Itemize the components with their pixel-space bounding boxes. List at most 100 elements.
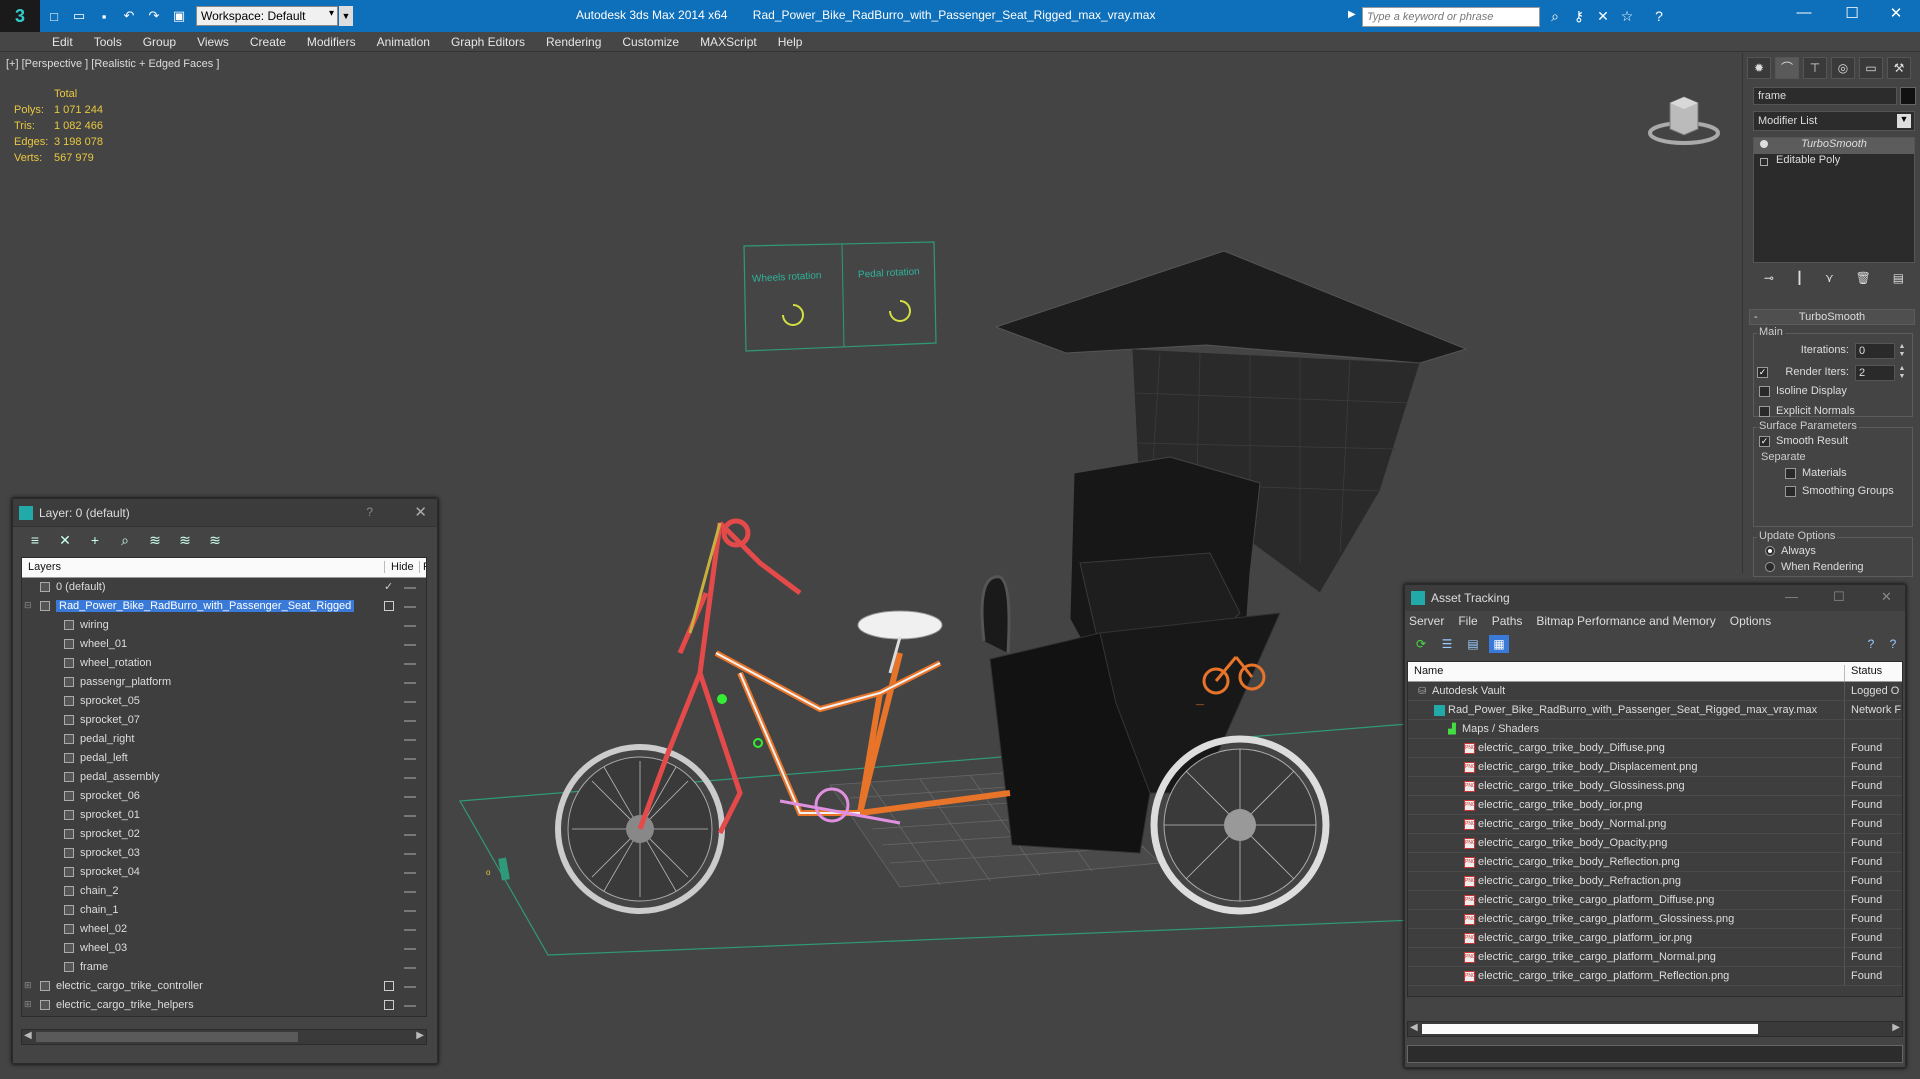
menu-views[interactable]: Views bbox=[197, 35, 229, 49]
search-input[interactable]: Type a keyword or phrase bbox=[1362, 7, 1540, 27]
undo-icon[interactable]: ↶ bbox=[118, 5, 140, 27]
delete-layer-icon[interactable]: ✕ bbox=[55, 531, 75, 549]
menu-customize[interactable]: Customize bbox=[622, 35, 679, 49]
maximize-icon[interactable]: ☐ bbox=[1833, 589, 1845, 605]
freeze-toggle[interactable] bbox=[404, 701, 416, 703]
spinner-arrows-icon[interactable]: ▲ ▼ bbox=[1897, 365, 1907, 381]
save-file-icon[interactable]: ▪ bbox=[93, 5, 115, 27]
isoline-display-checkbox[interactable]: Isoline Display bbox=[1759, 385, 1847, 397]
utilities-tab-icon[interactable]: ⚒ bbox=[1887, 57, 1911, 79]
layer-row[interactable]: ⊞ electric_cargo_trike_helpers bbox=[22, 996, 426, 1015]
asset-menu-server[interactable]: Server bbox=[1409, 614, 1444, 628]
close-icon[interactable]: ✕ bbox=[414, 503, 427, 521]
workspace-menu-button[interactable]: ▼ bbox=[339, 6, 353, 26]
modifier-list-dropdown[interactable]: Modifier List ▼ bbox=[1753, 111, 1915, 131]
help-icon[interactable]: ? bbox=[1650, 8, 1668, 26]
modify-tab-icon[interactable]: ⌒ bbox=[1775, 57, 1799, 79]
turbosmooth-rollout-header[interactable]: - TurboSmooth bbox=[1749, 309, 1915, 325]
smooth-result-checkbox[interactable]: ✓ Smooth Result bbox=[1759, 435, 1848, 447]
menu-modifiers[interactable]: Modifiers bbox=[307, 35, 356, 49]
asset-row[interactable]: ⛁ Autodesk Vault Logged O bbox=[1408, 682, 1902, 701]
menu-tools[interactable]: Tools bbox=[94, 35, 122, 49]
tree-view-icon[interactable]: ▤ bbox=[1463, 635, 1483, 653]
layer-row[interactable]: chain_2 bbox=[22, 882, 426, 901]
freeze-toggle[interactable] bbox=[404, 644, 416, 646]
binoculars-icon[interactable]: ⌕ bbox=[1546, 8, 1564, 26]
asset-row[interactable]: PNG electric_cargo_trike_body_Reflection.… bbox=[1408, 853, 1902, 872]
minimize-icon[interactable]: — bbox=[1785, 589, 1798, 604]
freeze-toggle[interactable] bbox=[404, 1005, 416, 1007]
search-expand-icon[interactable]: ▶ bbox=[1348, 9, 1358, 25]
asset-row[interactable]: PNG electric_cargo_trike_cargo_platform_R… bbox=[1408, 967, 1902, 986]
communication-icon[interactable]: ✕ bbox=[1594, 8, 1612, 26]
create-tab-icon[interactable]: ✹ bbox=[1747, 57, 1771, 79]
create-layer-icon[interactable]: ≡ bbox=[25, 531, 45, 549]
asset-menu-bitmap-performance[interactable]: Bitmap Performance and Memory bbox=[1536, 614, 1715, 628]
layer-row[interactable]: ⊟ Rad_Power_Bike_RadBurro_with_Passenger_… bbox=[22, 597, 426, 616]
menu-animation[interactable]: Animation bbox=[377, 35, 430, 49]
scrollbar-thumb[interactable] bbox=[1422, 1024, 1758, 1034]
horizontal-scrollbar[interactable]: ◀ ▶ bbox=[1407, 1021, 1903, 1037]
asset-row[interactable]: PNG electric_cargo_trike_cargo_platform_i… bbox=[1408, 929, 1902, 948]
hide-all-icon[interactable]: ≋ bbox=[175, 531, 195, 549]
hierarchy-tab-icon[interactable]: ⊤ bbox=[1803, 57, 1827, 79]
redo-icon[interactable]: ↷ bbox=[143, 5, 165, 27]
stack-item-editable-poly[interactable]: Editable Poly bbox=[1754, 154, 1914, 170]
list-view-icon[interactable]: ☰ bbox=[1437, 635, 1457, 653]
layer-row[interactable]: wheel_rotation bbox=[22, 654, 426, 673]
column-freeze[interactable]: F bbox=[419, 561, 426, 573]
menu-graph-editors[interactable]: Graph Editors bbox=[451, 35, 525, 49]
layer-row[interactable]: sprocket_05 bbox=[22, 692, 426, 711]
column-layers[interactable]: Layers bbox=[28, 561, 61, 573]
expand-toggle-icon[interactable]: ⊟ bbox=[24, 600, 34, 610]
asset-row[interactable]: PNG electric_cargo_trike_body_Displacemen… bbox=[1408, 758, 1902, 777]
light-bulb-icon[interactable] bbox=[1760, 140, 1768, 148]
favorites-star-icon[interactable]: ☆ bbox=[1618, 8, 1636, 26]
freeze-toggle[interactable] bbox=[404, 625, 416, 627]
freeze-toggle[interactable] bbox=[404, 948, 416, 950]
explicit-normals-checkbox[interactable]: Explicit Normals bbox=[1759, 405, 1855, 417]
layer-row[interactable]: sprocket_06 bbox=[22, 787, 426, 806]
visible-check-icon[interactable]: ✓ bbox=[384, 582, 396, 594]
asset-row[interactable]: PNG electric_cargo_trike_body_Glossiness.… bbox=[1408, 777, 1902, 796]
object-name-field[interactable]: frame bbox=[1753, 87, 1897, 105]
freeze-all-icon[interactable]: ≋ bbox=[205, 531, 225, 549]
help-context-icon[interactable]: ? bbox=[1883, 635, 1903, 653]
freeze-toggle[interactable] bbox=[404, 834, 416, 836]
layer-row[interactable]: sprocket_04 bbox=[22, 863, 426, 882]
minimize-icon[interactable]: — bbox=[1784, 4, 1824, 28]
refresh-icon[interactable]: ⟳ bbox=[1411, 635, 1431, 653]
menu-group[interactable]: Group bbox=[143, 35, 176, 49]
column-status[interactable]: Status bbox=[1844, 665, 1902, 681]
layer-row[interactable]: pedal_assembly bbox=[22, 768, 426, 787]
scroll-right-icon[interactable]: ▶ bbox=[1892, 1022, 1900, 1033]
render-iters-spinner[interactable]: ✓ Render Iters: 2 ▲ ▼ bbox=[1757, 365, 1909, 381]
hide-toggle[interactable] bbox=[384, 601, 394, 611]
close-icon[interactable]: ✕ bbox=[1881, 589, 1892, 605]
asset-row[interactable]: PNG electric_cargo_trike_body_Diffuse.png… bbox=[1408, 739, 1902, 758]
menu-edit[interactable]: Edit bbox=[52, 35, 73, 49]
layer-row[interactable]: ⊞ electric_cargo_trike_controller bbox=[22, 977, 426, 996]
layer-row[interactable]: pedal_left bbox=[22, 749, 426, 768]
freeze-toggle[interactable] bbox=[404, 682, 416, 684]
layer-row[interactable]: frame bbox=[22, 958, 426, 977]
materials-checkbox[interactable]: Materials bbox=[1785, 467, 1847, 479]
freeze-toggle[interactable] bbox=[404, 853, 416, 855]
make-unique-icon[interactable]: ⋎ bbox=[1825, 271, 1834, 291]
freeze-toggle[interactable] bbox=[404, 872, 416, 874]
column-name[interactable]: Name bbox=[1414, 665, 1443, 677]
column-hide[interactable]: Hide bbox=[384, 561, 414, 573]
app-logo-icon[interactable]: 3 bbox=[0, 0, 40, 32]
open-file-icon[interactable]: ▭ bbox=[68, 5, 90, 27]
freeze-toggle[interactable] bbox=[404, 815, 416, 817]
help-icon[interactable]: ? bbox=[1861, 635, 1881, 653]
asset-row[interactable]: PNG electric_cargo_trike_cargo_platform_D… bbox=[1408, 891, 1902, 910]
iterations-value[interactable]: 0 bbox=[1855, 343, 1895, 359]
asset-dialog-titlebar[interactable]: Asset Tracking — ☐ ✕ bbox=[1405, 585, 1905, 611]
remove-modifier-icon[interactable]: 🗑 bbox=[1856, 271, 1871, 291]
help-button[interactable]: ? bbox=[366, 505, 373, 519]
layer-row[interactable]: wheel_03 bbox=[22, 939, 426, 958]
new-file-icon[interactable]: □ bbox=[43, 5, 65, 27]
pin-stack-icon[interactable]: ⊸ bbox=[1764, 271, 1774, 291]
layer-row[interactable]: wiring bbox=[22, 616, 426, 635]
